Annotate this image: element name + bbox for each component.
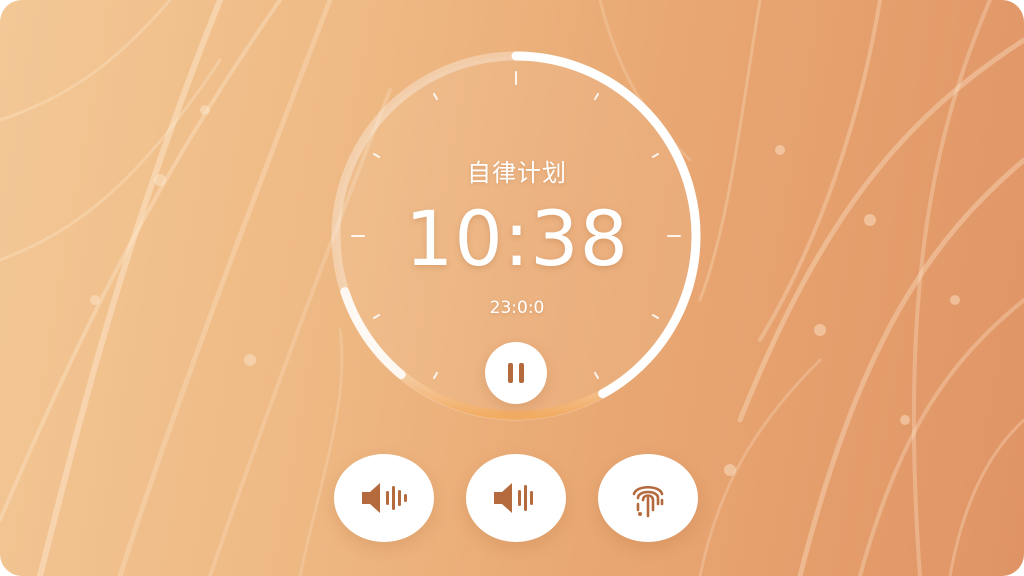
sound-button-2[interactable] xyxy=(466,454,566,542)
pause-button[interactable] xyxy=(485,342,547,404)
timer-clock: 10:38 xyxy=(404,194,630,283)
sound-button-1[interactable] xyxy=(334,454,434,542)
timer-subtime: 23:0:0 xyxy=(489,298,545,318)
pause-icon-bar xyxy=(519,363,524,383)
timer-title: 自律计划 xyxy=(467,159,567,187)
speaker-wave-icon xyxy=(362,483,407,513)
fingerprint-button[interactable] xyxy=(598,454,698,542)
fingerprint-icon xyxy=(632,485,664,518)
timer-screen: 自律计划 10:38 23:0:0 xyxy=(0,0,1024,576)
pause-icon xyxy=(508,363,513,383)
speaker-wave-icon xyxy=(494,483,533,513)
